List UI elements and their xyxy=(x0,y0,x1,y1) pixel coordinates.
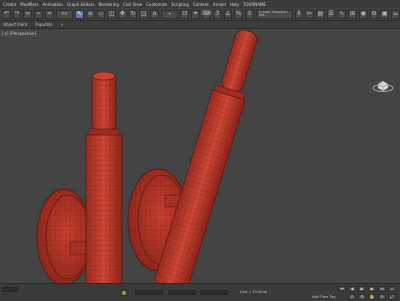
named-selection-set-dropdown[interactable]: Create Selection Set xyxy=(255,9,293,19)
go-to-end-icon[interactable]: ⏭ xyxy=(378,286,386,292)
mirror-icon[interactable]: ⫴ xyxy=(294,9,304,19)
redo-icon[interactable]: ↷ xyxy=(12,9,22,19)
ribbon-tab-populate[interactable]: Populate xyxy=(35,22,52,27)
menu-item-tourname[interactable]: TOURNAME xyxy=(243,2,266,7)
menu-item-civil-view[interactable]: Civil View xyxy=(123,2,142,7)
menu-item-rendering[interactable]: Rendering xyxy=(98,2,118,7)
menu-item-modifiers[interactable]: Modifiers xyxy=(20,2,38,7)
lock-selection-icon[interactable]: 🔒 xyxy=(120,290,128,296)
reference-coordinate-dropdown[interactable]: ▾ xyxy=(160,9,179,19)
menu-item-arnold[interactable]: Arnold xyxy=(213,2,226,7)
pivot-icon[interactable]: ⊡ xyxy=(180,9,190,19)
select-object-icon[interactable]: ↖ xyxy=(75,9,84,19)
menu-item-content[interactable]: Content xyxy=(193,2,209,7)
keyboard-shortcut-icon[interactable]: ⌨ xyxy=(201,9,211,19)
select-move-icon[interactable]: ✥ xyxy=(118,9,127,19)
unlink-icon[interactable]: ⌁ xyxy=(34,9,43,19)
viewcube-icon[interactable] xyxy=(372,75,394,93)
right-rod-mesh xyxy=(153,30,259,283)
menu-item-scripting[interactable]: Scripting xyxy=(171,2,189,7)
add-time-tag-label[interactable]: Add Time Tag xyxy=(312,295,336,299)
select-by-name-icon[interactable]: ≡ xyxy=(85,9,95,19)
ribbon-tabs: Object Paint Populate ◂ xyxy=(0,21,400,29)
bind-space-warp-icon[interactable]: ≈ xyxy=(44,9,54,19)
select-place-icon[interactable]: ⌂ xyxy=(150,9,159,19)
ribbon-tab-object-paint[interactable]: Object Paint xyxy=(3,22,27,27)
menu-item-create[interactable]: Create xyxy=(3,2,16,7)
next-frame-icon[interactable]: ▶ xyxy=(368,286,376,292)
maxscript-listener-field[interactable] xyxy=(2,287,18,292)
menu-bar: Create Modifiers Animation Graph Editors… xyxy=(0,0,400,8)
key-mode-icon[interactable]: ⊙ xyxy=(348,294,356,300)
menu-item-help[interactable]: Help xyxy=(230,2,239,7)
x-coordinate-field[interactable] xyxy=(135,290,163,295)
menu-item-graph-editors[interactable]: Graph Editors xyxy=(67,2,94,7)
scene-explorer-icon[interactable]: ☰ xyxy=(326,9,336,19)
ribbon-toggle-icon[interactable]: ◂ xyxy=(61,22,63,27)
render-setup-icon[interactable]: ⚙ xyxy=(369,9,379,19)
percent-snap-icon[interactable]: % xyxy=(234,9,244,19)
maximize-viewport-icon[interactable]: ⤢ xyxy=(388,294,396,300)
spinner-snap-icon[interactable]: ⇕ xyxy=(245,9,254,19)
y-coordinate-field[interactable] xyxy=(168,290,196,295)
left-rod-mesh xyxy=(85,71,123,283)
perspective-viewport[interactable]: [+] [Perspective] xyxy=(0,30,400,283)
selection-filter-dropdown[interactable]: All xyxy=(55,9,74,19)
align-icon[interactable]: ⊨ xyxy=(305,9,314,19)
window-crossing-icon[interactable]: ◫ xyxy=(107,9,117,19)
snaps-toggle-icon[interactable]: 3 xyxy=(212,9,222,19)
manipulate-icon[interactable]: ✦ xyxy=(191,9,200,19)
play-icon[interactable]: ▶ xyxy=(358,286,366,292)
menu-item-customize[interactable]: Customize xyxy=(146,2,167,7)
rendered-frame-icon[interactable]: ▣ xyxy=(380,9,390,19)
undo-icon[interactable]: ↶ xyxy=(2,9,11,19)
pan-icon[interactable]: ✋ xyxy=(368,294,376,300)
zoom-icon[interactable]: ⌕ xyxy=(388,286,396,292)
rectangular-selection-icon[interactable]: ▭ xyxy=(96,9,106,19)
scene-render xyxy=(36,30,259,283)
grid-readout: Grid = 10.0mm xyxy=(240,290,268,294)
layer-icon[interactable]: ▤ xyxy=(315,9,325,19)
status-bar: 🔒 Grid = 10.0mm Add Time Tag ⏮ ◀ ▶ ▶ ⏭ ⌕… xyxy=(0,283,400,301)
go-to-start-icon[interactable]: ⏮ xyxy=(338,286,346,292)
previous-frame-icon[interactable]: ◀ xyxy=(348,286,356,292)
angle-snap-icon[interactable]: ∠ xyxy=(223,9,233,19)
schematic-view-icon[interactable]: ⊞ xyxy=(348,9,357,19)
select-rotate-icon[interactable]: ↻ xyxy=(128,9,138,19)
material-editor-icon[interactable]: ◉ xyxy=(358,9,368,19)
menu-item-animation[interactable]: Animation xyxy=(43,2,63,7)
select-scale-icon[interactable]: ◲ xyxy=(139,9,149,19)
left-wheel-mesh xyxy=(36,188,92,283)
time-config-icon[interactable]: ⚙ xyxy=(358,294,366,300)
orbit-icon[interactable]: ⟳ xyxy=(378,294,386,300)
main-toolbar: ↶ ↷ ∞ ⌁ ≈ All ↖ ≡ ▭ ◫ ✥ ↻ ◲ ⌂ ▾ ⊡ ✦ ⌨ 3 … xyxy=(0,8,400,21)
link-icon[interactable]: ∞ xyxy=(23,9,33,19)
curve-editor-icon[interactable]: ∿ xyxy=(337,9,347,19)
viewport-label[interactable]: [+] [Perspective] xyxy=(2,31,36,36)
z-coordinate-field[interactable] xyxy=(200,290,228,295)
render-icon[interactable]: ☕ xyxy=(391,9,400,19)
